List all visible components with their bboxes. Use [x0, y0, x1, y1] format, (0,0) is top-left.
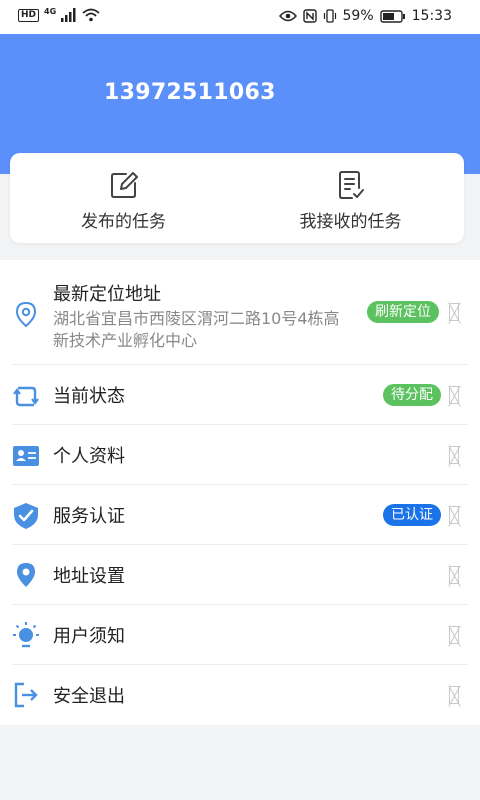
eye-icon [278, 10, 297, 22]
wifi-icon [82, 8, 100, 22]
menu-item-user-notice[interactable]: 用户须知 [0, 605, 480, 665]
logout-icon [14, 682, 38, 708]
status-cycle-icon [13, 386, 39, 407]
logout-title: 安全退出 [53, 686, 125, 707]
chevron-right-icon [449, 626, 459, 644]
chevron-right-icon [449, 386, 459, 404]
address-settings-title: 地址设置 [53, 566, 125, 587]
location-address: 湖北省宜昌市西陵区渭河二路10号4栋高新技术产业孵化中心 [53, 309, 340, 350]
published-tasks-label: 发布的任务 [81, 212, 166, 232]
profile-title: 个人资料 [53, 446, 125, 467]
chevron-right-icon [449, 446, 459, 464]
network-type: 4G [44, 6, 57, 16]
verified-shield-icon [14, 503, 38, 529]
vibrate-icon [323, 9, 336, 23]
menu-item-address-settings[interactable]: 地址设置 [0, 545, 480, 605]
battery-icon [379, 9, 405, 23]
menu-item-location: 最新定位地址 湖北省宜昌市西陵区渭河二路10号4栋高新技术产业孵化中心 刷新定位 [0, 260, 480, 365]
received-tasks-button[interactable]: 我接收的任务 [237, 153, 464, 243]
chevron-right-icon [449, 303, 459, 321]
published-tasks-button[interactable]: 发布的任务 [10, 153, 237, 243]
settings-menu: 最新定位地址 湖北省宜昌市西陵区渭河二路10号4栋高新技术产业孵化中心 刷新定位… [0, 260, 480, 725]
location-pin-icon [15, 301, 37, 328]
certification-title: 服务认证 [53, 506, 125, 527]
status-title: 当前状态 [53, 386, 125, 407]
status-bar: HD 4G 59% 15:33 [0, 0, 480, 34]
menu-item-status[interactable]: 当前状态 待分配 [0, 365, 480, 425]
chevron-right-icon [449, 506, 459, 524]
chevron-right-icon [449, 566, 459, 584]
map-marker-icon [17, 563, 35, 587]
battery-percent: 59% [342, 8, 374, 24]
signal-icon [61, 8, 76, 22]
location-title: 最新定位地址 [53, 284, 161, 305]
nfc-icon [302, 9, 317, 23]
lightbulb-icon [13, 622, 39, 648]
menu-item-logout[interactable]: 安全退出 [0, 665, 480, 725]
chevron-right-icon [449, 686, 459, 704]
menu-item-certification[interactable]: 服务认证 已认证 [0, 485, 480, 545]
user-phone: 13972511063 [104, 80, 276, 105]
user-notice-title: 用户须知 [53, 626, 125, 647]
received-tasks-label: 我接收的任务 [299, 212, 402, 232]
edit-icon [110, 172, 138, 198]
hd-indicator: HD [18, 8, 40, 22]
certified-badge: 已认证 [383, 504, 441, 526]
id-card-icon [13, 446, 39, 466]
checklist-icon [338, 171, 364, 199]
status-left: HD 4G [18, 6, 100, 22]
clock: 15:33 [411, 8, 452, 24]
refresh-location-button[interactable]: 刷新定位 [367, 301, 439, 323]
status-right: 59% 15:33 [278, 8, 452, 24]
task-card: 发布的任务 我接收的任务 [10, 153, 464, 243]
status-badge: 待分配 [383, 384, 441, 406]
menu-item-profile[interactable]: 个人资料 [0, 425, 480, 485]
